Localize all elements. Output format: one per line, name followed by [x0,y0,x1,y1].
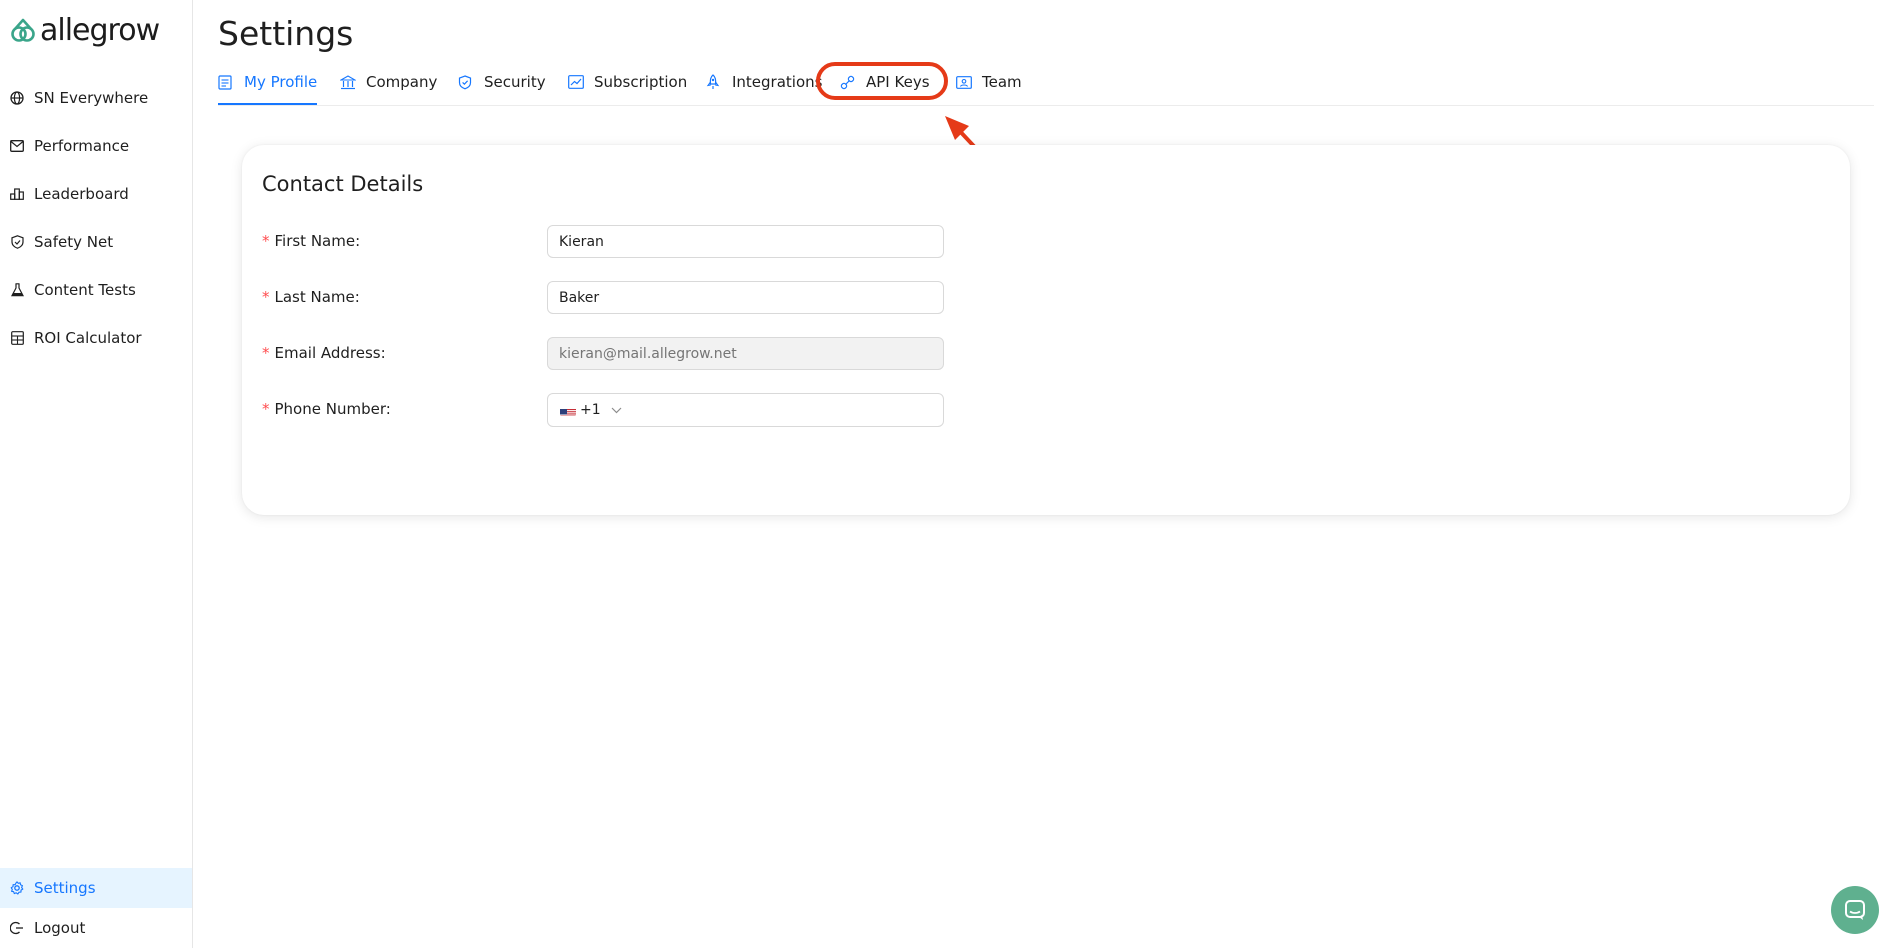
logout-icon [10,921,24,935]
first-name-field[interactable] [547,225,944,258]
allegrow-logo[interactable]: allegrow [10,13,160,48]
gear-icon [10,881,24,895]
profile-icon [218,74,234,90]
bank-icon [340,74,356,90]
phone-field: +1 [547,393,944,427]
required-asterisk: * [262,288,270,306]
email-field [547,337,944,370]
chart-icon [568,74,584,90]
us-flag-icon[interactable] [560,405,576,416]
allegrow-logo-icon [11,18,35,42]
sidebar-item-roi-calculator[interactable]: ROI Calculator [0,315,192,361]
sidebar-item-settings[interactable]: Settings [0,868,192,908]
tab-label: Company [366,73,438,91]
rocket-icon [706,74,722,90]
email-label: * Email Address: [262,344,386,362]
settings-tabs: My Profile Company Security Subscription… [218,60,1874,106]
chevron-down-icon[interactable] [611,407,622,414]
sidebar-item-sn-everywhere[interactable]: SN Everywhere [0,75,192,121]
sidebar-item-leaderboard[interactable]: Leaderboard [0,171,192,217]
api-keys-highlight-ring [816,62,948,100]
chat-icon [1844,899,1866,921]
security-icon [458,74,474,90]
sidebar-item-logout[interactable]: Logout [0,908,192,948]
sidebar: allegrow SN Everywhere Performance Leade… [0,0,193,948]
first-name-label-text: First Name [274,232,356,250]
sidebar-item-label: ROI Calculator [34,329,142,347]
sidebar-item-label: Settings [34,879,96,897]
first-name-label: * First Name: [262,232,361,250]
phone-label: * Phone Number: [262,400,391,418]
id-card-icon [956,74,972,90]
required-asterisk: * [262,232,270,250]
sidebar-item-performance[interactable]: Performance [0,123,192,169]
page-title: Settings [218,14,354,53]
sidebar-item-safety-net[interactable]: Safety Net [0,219,192,265]
sidebar-item-label: Logout [34,919,86,937]
tab-integrations[interactable]: Integrations [706,60,822,104]
sidebar-item-content-tests[interactable]: Content Tests [0,267,192,313]
required-asterisk: * [262,400,270,418]
email-row: * Email Address: [262,337,962,371]
calculator-icon [10,331,24,345]
tab-label: Team [982,73,1022,91]
tab-my-profile[interactable]: My Profile [218,60,318,105]
last-name-label-text: Last Name [274,288,355,306]
sidebar-item-label: Safety Net [34,233,114,251]
tab-label: Integrations [732,73,823,91]
phone-label-text: Phone Number [274,400,386,418]
last-name-field[interactable] [547,281,944,314]
contact-details-card: Contact Details *First Name: *Last Name:… [242,145,1850,515]
globe-icon [10,91,24,105]
last-name-label: * Last Name: [262,288,360,306]
tab-label: My Profile [244,73,318,91]
sidebar-item-label: Leaderboard [34,185,129,203]
card-title: Contact Details [262,172,424,196]
sidebar-item-label: Content Tests [34,281,136,299]
sidebar-item-label: SN Everywhere [34,89,149,107]
shield-check-icon [10,235,24,249]
podium-icon [10,187,24,201]
mail-icon [10,139,24,153]
required-asterisk: * [262,344,270,362]
email-label-text: Email Address [274,344,381,362]
tab-label: Security [484,73,546,91]
tab-security[interactable]: Security [458,60,546,104]
brand-name: allegrow [40,13,160,48]
tab-company[interactable]: Company [340,60,437,104]
sidebar-item-label: Performance [34,137,130,155]
country-code[interactable]: +1 [580,402,601,418]
tab-team[interactable]: Team [956,60,1022,104]
first-name-row: * First Name: [262,225,962,259]
chat-launcher-button[interactable] [1831,886,1879,934]
tab-subscription[interactable]: Subscription [568,60,687,104]
tab-label: Subscription [594,73,688,91]
last-name-row: * Last Name: [262,281,962,315]
phone-row: * Phone Number: +1 [262,393,962,427]
phone-number-input[interactable] [629,395,943,425]
flask-icon [10,283,24,297]
